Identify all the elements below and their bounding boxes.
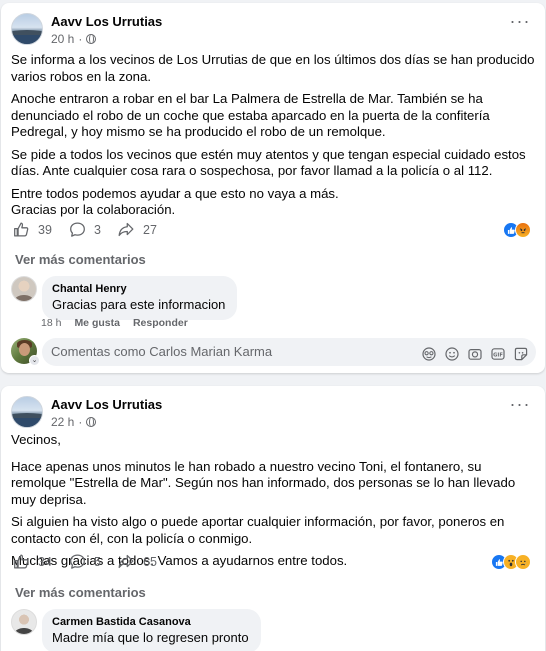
share-icon: [118, 222, 134, 237]
comment-count: 5: [94, 554, 101, 569]
post-header: Aavv Los Urrutias 20 h · ···: [11, 12, 531, 49]
sticker-icon[interactable]: [513, 344, 529, 361]
comment-author[interactable]: Carmen Bastida Casanova: [52, 615, 249, 629]
comment-count: 3: [94, 222, 101, 237]
post-paragraph: Si alguien ha visto algo o puede aportar…: [11, 514, 505, 546]
comment-icon: [70, 222, 85, 237]
page-name[interactable]: Aavv Los Urrutias: [51, 14, 162, 29]
avatar[interactable]: [11, 609, 37, 635]
post-actions: 34 5 65: [13, 553, 533, 573]
share-count: 27: [143, 222, 157, 237]
comment-input-placeholder: Comentas como Carlos Marian Karma: [51, 344, 273, 359]
more-options-icon[interactable]: ···: [509, 395, 531, 416]
comment-composer: ⌄ Comentas como Carlos Marian Karma GIF: [11, 338, 536, 366]
chevron-down-icon[interactable]: ⌄: [29, 355, 40, 366]
post-body: Se informa a los vecinos de Los Urrutias…: [11, 52, 536, 225]
post-card: Aavv Los Urrutias 22 h · ··· Vecinos, Ha…: [1, 386, 545, 651]
comment-bubble: Carmen Bastida Casanova Madre mía que lo…: [42, 609, 261, 651]
reactions-summary[interactable]: [491, 554, 531, 570]
reactions-summary[interactable]: [503, 222, 531, 238]
like-button[interactable]: 39: [13, 221, 52, 238]
comment-button[interactable]: 3: [69, 221, 101, 238]
avatar-sticker-icon[interactable]: [421, 344, 437, 361]
post-meta: 22 h ·: [51, 415, 97, 429]
comment-time[interactable]: 18 h: [41, 317, 61, 329]
thumb-up-icon: [14, 554, 29, 569]
share-button[interactable]: 65: [117, 553, 157, 570]
composer-tools: GIF: [414, 344, 529, 361]
svg-text:GIF: GIF: [493, 352, 503, 358]
like-count: 34: [38, 554, 52, 569]
post-paragraph: Hace apenas unos minutos le han robado a…: [11, 458, 516, 507]
thumb-up-icon: [14, 222, 29, 237]
gif-icon[interactable]: GIF: [490, 344, 506, 360]
page-name[interactable]: Aavv Los Urrutias: [51, 397, 162, 412]
share-button[interactable]: 27: [117, 221, 157, 238]
view-more-comments-link[interactable]: Ver más comentarios: [15, 252, 146, 267]
avatar[interactable]: [11, 276, 37, 302]
page-avatar[interactable]: [11, 396, 43, 428]
post-paragraph: Entre todos podemos ayudar a que esto no…: [11, 185, 339, 218]
post-header: Aavv Los Urrutias 22 h · ···: [11, 395, 531, 432]
view-more-comments-link[interactable]: Ver más comentarios: [15, 585, 146, 600]
globe-icon: [86, 34, 97, 44]
comment-author[interactable]: Chantal Henry: [52, 282, 225, 296]
separator-dot: ·: [78, 415, 83, 429]
post-paragraph: Vecinos,: [11, 432, 61, 447]
emoji-icon[interactable]: [444, 344, 460, 361]
globe-icon: [86, 417, 97, 427]
comment-icon: [70, 554, 85, 569]
like-button[interactable]: 34: [13, 553, 52, 570]
comment-bubble: Chantal Henry Gracias para este informac…: [42, 276, 238, 320]
like-count: 39: [38, 222, 52, 237]
sad-icon: [515, 554, 531, 570]
post-paragraph: Se informa a los vecinos de Los Urrutias…: [11, 52, 535, 84]
more-options-icon[interactable]: ···: [509, 12, 531, 33]
post-time[interactable]: 20 h: [51, 32, 74, 46]
comment-input[interactable]: Comentas como Carlos Marian Karma GIF: [42, 338, 536, 366]
comment-like-link[interactable]: Me gusta: [74, 317, 120, 329]
share-icon: [118, 554, 134, 569]
comment-text: Gracias para este informacion: [52, 297, 226, 312]
comment-text: Madre mía que lo regresen pronto: [52, 630, 249, 645]
post-time[interactable]: 22 h: [51, 415, 74, 429]
angry-icon: [515, 222, 531, 238]
post-card: Aavv Los Urrutias 20 h · ··· Se informa …: [1, 3, 545, 373]
page-avatar[interactable]: [11, 13, 43, 45]
post-meta: 20 h ·: [51, 32, 97, 46]
comment-button[interactable]: 5: [69, 553, 101, 570]
post-paragraph: Anoche entraron a robar en el bar La Pal…: [11, 91, 490, 139]
camera-icon[interactable]: [467, 344, 483, 360]
comment-meta: 18 h Me gusta Responder: [41, 317, 201, 329]
comment-reply-link[interactable]: Responder: [133, 317, 188, 329]
post-paragraph: Se pide a todos los vecinos que estén mu…: [11, 146, 526, 179]
post-actions: 39 3 27: [13, 221, 533, 241]
separator-dot: ·: [78, 32, 83, 46]
share-count: 65: [143, 554, 157, 569]
